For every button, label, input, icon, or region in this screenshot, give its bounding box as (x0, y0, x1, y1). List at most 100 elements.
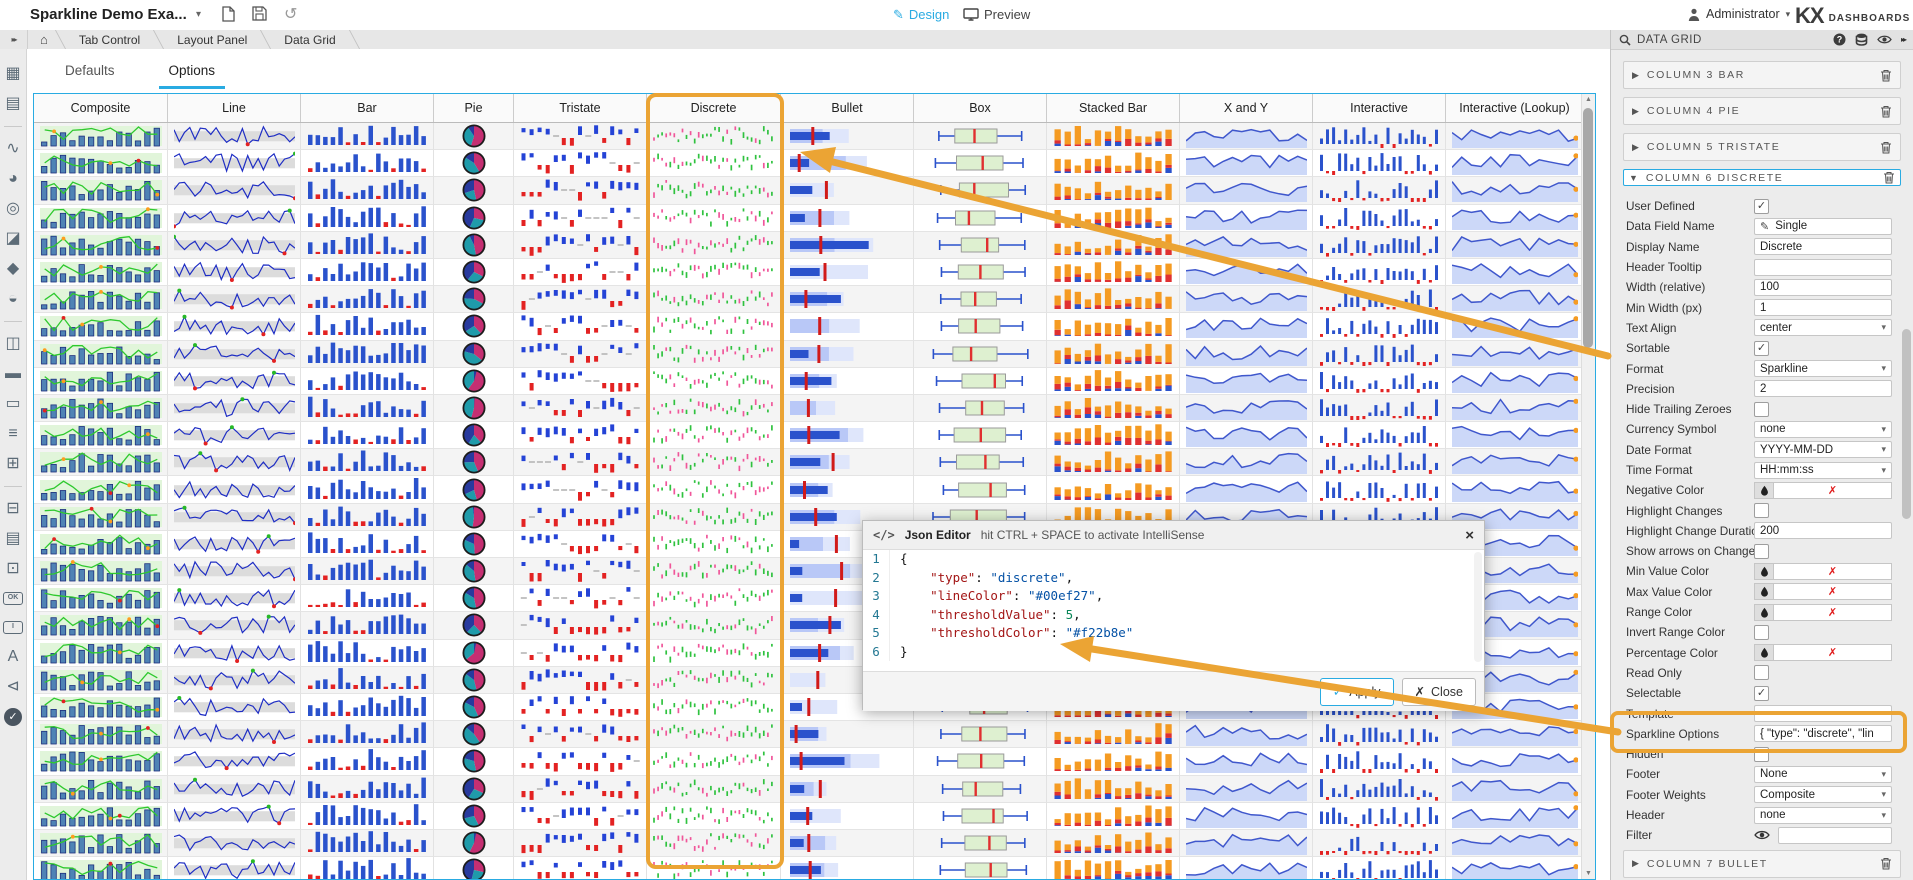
cell-stackedbar[interactable] (1047, 395, 1180, 422)
cell-bar[interactable] (301, 694, 434, 721)
cell-xy[interactable] (1180, 123, 1313, 150)
cell-bullet[interactable] (781, 395, 914, 422)
text-input[interactable]: Discrete (1754, 238, 1892, 255)
table-icon[interactable]: ▦ (3, 64, 23, 84)
cell-composite[interactable] (34, 123, 168, 150)
cell-stackedbar[interactable] (1047, 776, 1180, 803)
text-input[interactable] (1754, 705, 1892, 722)
cell-composite[interactable] (34, 667, 168, 694)
cell-discrete[interactable] (647, 612, 781, 639)
combo-box-icon[interactable]: ⊟ (3, 499, 23, 519)
cell-lookup[interactable] (1446, 748, 1584, 775)
cell-stackedbar[interactable] (1047, 422, 1180, 449)
delete-column-icon[interactable] (1883, 171, 1895, 184)
cell-box[interactable] (914, 232, 1047, 259)
cell-pie[interactable] (434, 232, 514, 259)
user-menu[interactable]: Administrator▾ (1688, 7, 1790, 21)
cell-discrete[interactable] (647, 640, 781, 667)
cell-bar[interactable] (301, 504, 434, 531)
cell-tristate[interactable] (514, 640, 647, 667)
column-header-lookup[interactable]: Interactive (Lookup) (1446, 94, 1584, 122)
cell-stackedbar[interactable] (1047, 368, 1180, 395)
cell-composite[interactable] (34, 531, 168, 558)
cell-line[interactable] (168, 395, 301, 422)
check-icon[interactable]: ✓ (4, 708, 22, 726)
cell-lookup[interactable] (1446, 368, 1584, 395)
color-picker[interactable]: ✗ (1754, 583, 1892, 600)
cell-xy[interactable] (1180, 830, 1313, 857)
cell-bar[interactable] (301, 313, 434, 340)
cell-box[interactable] (914, 368, 1047, 395)
cell-pie[interactable] (434, 612, 514, 639)
tab-defaults[interactable]: Defaults (55, 59, 125, 89)
tab-panel-icon[interactable]: ▭ (3, 394, 23, 414)
cell-interactive[interactable] (1313, 857, 1446, 880)
cell-interactive[interactable] (1313, 395, 1446, 422)
cell-xy[interactable] (1180, 205, 1313, 232)
cell-line[interactable] (168, 721, 301, 748)
color-picker[interactable]: ✗ (1754, 604, 1892, 621)
cell-interactive[interactable] (1313, 341, 1446, 368)
cell-tristate[interactable] (514, 585, 647, 612)
cell-tristate[interactable] (514, 803, 647, 830)
cell-pie[interactable] (434, 694, 514, 721)
cell-composite[interactable] (34, 558, 168, 585)
cell-stackedbar[interactable] (1047, 748, 1180, 775)
select[interactable]: none▾ (1754, 421, 1892, 438)
cell-box[interactable] (914, 830, 1047, 857)
cell-bullet[interactable] (781, 205, 914, 232)
cell-xy[interactable] (1180, 341, 1313, 368)
cell-pie[interactable] (434, 803, 514, 830)
cell-bar[interactable] (301, 531, 434, 558)
cell-bar[interactable] (301, 422, 434, 449)
cell-discrete[interactable] (647, 504, 781, 531)
cell-line[interactable] (168, 259, 301, 286)
cell-box[interactable] (914, 150, 1047, 177)
cell-interactive[interactable] (1313, 123, 1446, 150)
cell-lookup[interactable] (1446, 150, 1584, 177)
close-icon[interactable]: × (1465, 527, 1474, 544)
cell-bar[interactable] (301, 476, 434, 503)
line-chart-icon[interactable]: ∿ (3, 139, 23, 159)
cell-tristate[interactable] (514, 150, 647, 177)
cell-line[interactable] (168, 476, 301, 503)
ok-button-icon[interactable]: OK (3, 592, 23, 605)
cell-discrete[interactable] (647, 368, 781, 395)
cell-interactive[interactable] (1313, 205, 1446, 232)
cell-tristate[interactable] (514, 313, 647, 340)
cell-discrete[interactable] (647, 667, 781, 694)
cell-lookup[interactable] (1446, 232, 1584, 259)
cell-tristate[interactable] (514, 830, 647, 857)
cell-tristate[interactable] (514, 123, 647, 150)
column-header-xy[interactable]: X and Y (1180, 94, 1313, 122)
cell-bar[interactable] (301, 585, 434, 612)
cell-discrete[interactable] (647, 341, 781, 368)
area-chart-icon[interactable]: ◪ (3, 229, 23, 249)
cell-pie[interactable] (434, 286, 514, 313)
tab-options[interactable]: Options (159, 59, 226, 89)
column-header-stackedbar[interactable]: Stacked Bar (1047, 94, 1180, 122)
cell-bar[interactable] (301, 748, 434, 775)
cell-line[interactable] (168, 313, 301, 340)
panel-dropdown-icon[interactable]: ⊡ (3, 559, 23, 579)
cell-discrete[interactable] (647, 313, 781, 340)
cell-discrete[interactable] (647, 776, 781, 803)
cell-pie[interactable] (434, 531, 514, 558)
cell-bar[interactable] (301, 612, 434, 639)
select[interactable]: YYYY-MM-DD▾ (1754, 441, 1892, 458)
cell-tristate[interactable] (514, 395, 647, 422)
cell-composite[interactable] (34, 205, 168, 232)
cell-tristate[interactable] (514, 259, 647, 286)
sparkline-data-grid[interactable]: CompositeLineBarPieTristateDiscreteBulle… (33, 93, 1596, 880)
column-header-discrete[interactable]: Discrete (647, 94, 781, 122)
cell-tristate[interactable] (514, 857, 647, 880)
cell-interactive[interactable] (1313, 776, 1446, 803)
cell-pie[interactable] (434, 150, 514, 177)
cell-box[interactable] (914, 205, 1047, 232)
cell-box[interactable] (914, 341, 1047, 368)
cell-line[interactable] (168, 150, 301, 177)
cell-discrete[interactable] (647, 721, 781, 748)
cell-line[interactable] (168, 341, 301, 368)
cell-line[interactable] (168, 694, 301, 721)
cell-bar[interactable] (301, 667, 434, 694)
